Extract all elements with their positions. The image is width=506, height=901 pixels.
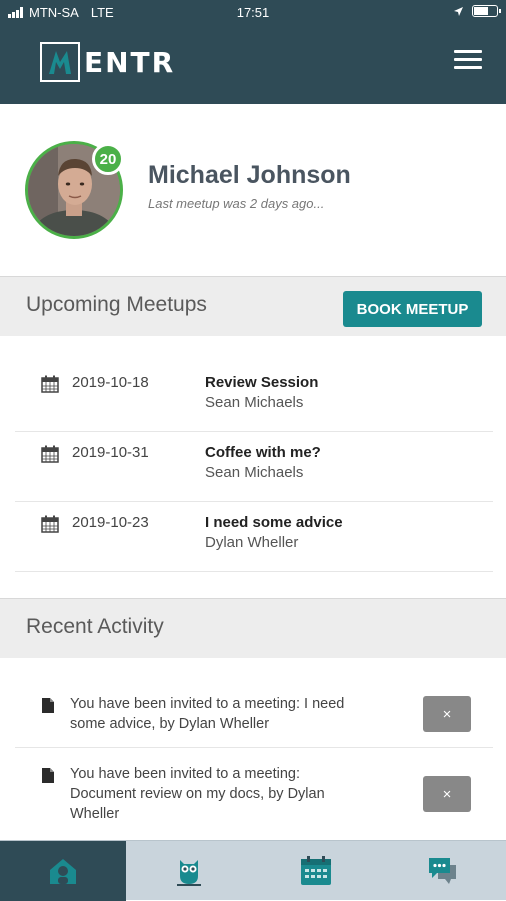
meetup-item[interactable]: 2019-10-23 I need some advice Dylan Whel…	[15, 502, 493, 572]
calendar-icon	[41, 375, 59, 393]
user-name: Michael Johnson	[148, 161, 351, 189]
meetup-date: 2019-10-23	[72, 514, 149, 531]
hamburger-menu-button[interactable]	[454, 50, 482, 70]
calendar-icon	[41, 515, 59, 533]
document-icon	[42, 698, 54, 713]
menu-line	[454, 58, 482, 61]
battery-icon	[472, 5, 501, 17]
meetup-date: 2019-10-18	[72, 374, 149, 391]
menu-line	[454, 50, 482, 53]
meetup-person: Sean Michaels	[205, 464, 304, 481]
tab-home[interactable]	[0, 841, 126, 901]
activity-text: You have been invited to a meeting: I ne…	[70, 696, 345, 732]
activity-text: You have been invited to a meeting: Docu…	[70, 766, 325, 822]
document-icon	[42, 768, 54, 783]
app-header: ENTR	[0, 26, 506, 104]
owl-icon	[177, 860, 201, 886]
tab-mentors[interactable]	[126, 841, 252, 901]
meetup-item[interactable]: 2019-10-18 Review Session Sean Michaels	[15, 362, 493, 432]
meetup-item[interactable]: 2019-10-31 Coffee with me? Sean Michaels	[15, 432, 493, 502]
upcoming-meetups-header: Upcoming Meetups BOOK MEETUP	[0, 276, 506, 336]
calendar-icon	[41, 445, 59, 463]
menu-line	[454, 66, 482, 69]
dismiss-button[interactable]: ×	[423, 696, 471, 732]
section-title: Recent Activity	[26, 615, 164, 638]
tab-messages[interactable]	[380, 841, 506, 901]
logo-text: ENTR	[84, 45, 176, 79]
activity-item: You have been invited to a meeting: I ne…	[15, 688, 493, 748]
activity-item: You have been invited to a meeting: Docu…	[15, 758, 493, 838]
section-title: Upcoming Meetups	[26, 293, 207, 316]
level-badge: 20	[92, 143, 124, 175]
meetup-date: 2019-10-31	[72, 444, 149, 461]
meetup-title: Review Session	[205, 374, 319, 391]
meetup-person: Sean Michaels	[205, 394, 304, 411]
meetup-title: I need some advice	[205, 514, 343, 531]
chat-icon	[429, 858, 456, 884]
calendar-icon	[301, 856, 331, 885]
clock: 17:51	[236, 5, 270, 20]
logo-m-icon	[49, 51, 71, 74]
home-icon	[50, 859, 76, 884]
app-logo: ENTR	[40, 42, 175, 82]
status-bar: MTN-SA LTE 17:51	[0, 0, 506, 26]
location-arrow-icon	[454, 6, 463, 16]
book-meetup-button[interactable]: BOOK MEETUP	[343, 291, 482, 327]
meetup-title: Coffee with me?	[205, 444, 321, 461]
last-meetup-text: Last meetup was 2 days ago...	[148, 196, 325, 211]
dismiss-button[interactable]: ×	[423, 776, 471, 812]
logo-mark	[40, 42, 80, 82]
profile-card: 20 Michael Johnson Last meetup was 2 day…	[0, 104, 506, 276]
meetup-person: Dylan Wheller	[205, 534, 299, 551]
tab-calendar[interactable]	[253, 841, 379, 901]
bottom-tab-bar	[0, 840, 506, 901]
recent-activity-header: Recent Activity	[0, 598, 506, 658]
